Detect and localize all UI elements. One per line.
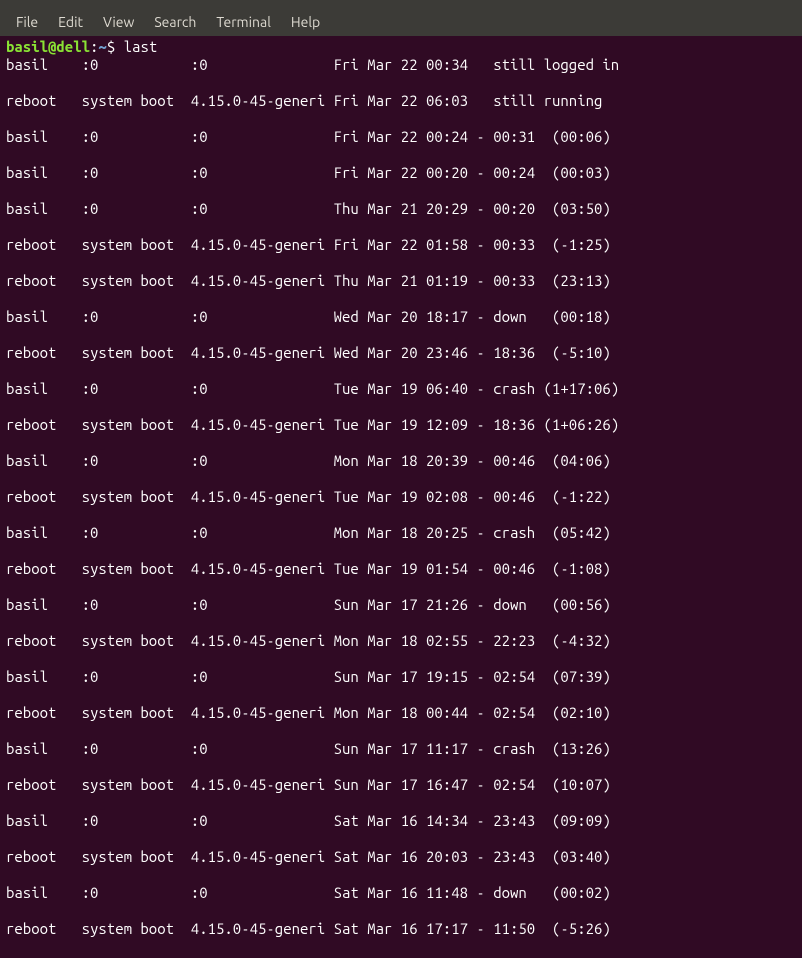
output-line: basil :0 :0 Fri Mar 22 00:24 - 00:31 (00…: [6, 128, 796, 146]
output-line: basil :0 :0 Mon Mar 18 20:25 - crash (05…: [6, 524, 796, 542]
output-line: basil :0 :0 Sun Mar 17 11:17 - crash (13…: [6, 740, 796, 758]
output-line: basil :0 :0 Mon Mar 18 20:39 - 00:46 (04…: [6, 452, 796, 470]
menu-view[interactable]: View: [95, 12, 142, 32]
output-line: basil :0 :0 Sun Mar 17 19:15 - 02:54 (07…: [6, 668, 796, 686]
output-line: reboot system boot 4.15.0-45-generi Fri …: [6, 236, 796, 254]
output-line: reboot system boot 4.15.0-45-generi Sun …: [6, 776, 796, 794]
output-line: basil :0 :0 Fri Mar 22 00:20 - 00:24 (00…: [6, 164, 796, 182]
window-titlebar: [0, 0, 802, 8]
command-text: last: [124, 38, 158, 55]
output-line: basil :0 :0 Thu Mar 21 20:29 - 00:20 (03…: [6, 200, 796, 218]
menu-edit[interactable]: Edit: [50, 12, 91, 32]
output-line: basil :0 :0 Fri Mar 22 00:34 still logge…: [6, 56, 796, 74]
prompt-path: ~: [98, 38, 106, 55]
output-line: basil :0 :0 Sat Mar 16 11:48 - down (00:…: [6, 884, 796, 902]
menubar: File Edit View Search Terminal Help: [0, 8, 802, 36]
menu-file[interactable]: File: [8, 12, 46, 32]
output-line: reboot system boot 4.15.0-45-generi Fri …: [6, 92, 796, 110]
output-line: reboot system boot 4.15.0-45-generi Sat …: [6, 920, 796, 938]
prompt-user-host: basil@dell: [6, 38, 90, 55]
output-line: reboot system boot 4.15.0-45-generi Mon …: [6, 704, 796, 722]
menu-help[interactable]: Help: [283, 12, 328, 32]
terminal-area[interactable]: basil@dell:~$ last basil :0 :0 Fri Mar 2…: [0, 36, 802, 958]
output-line: reboot system boot 4.15.0-45-generi Thu …: [6, 272, 796, 290]
output-line: basil :0 :0 Sun Mar 17 21:26 - down (00:…: [6, 596, 796, 614]
output-line: basil :0 :0 Tue Mar 19 06:40 - crash (1+…: [6, 380, 796, 398]
prompt-dollar: $: [107, 38, 124, 55]
output-line: reboot system boot 4.15.0-45-generi Tue …: [6, 416, 796, 434]
output-line: reboot system boot 4.15.0-45-generi Sat …: [6, 848, 796, 866]
output-line: reboot system boot 4.15.0-45-generi Mon …: [6, 632, 796, 650]
output-line: reboot system boot 4.15.0-45-generi Wed …: [6, 344, 796, 362]
menu-terminal[interactable]: Terminal: [208, 12, 279, 32]
output-line: basil :0 :0 Wed Mar 20 18:17 - down (00:…: [6, 308, 796, 326]
menu-search[interactable]: Search: [146, 12, 204, 32]
output-line: reboot system boot 4.15.0-45-generi Tue …: [6, 488, 796, 506]
output-line: reboot system boot 4.15.0-45-generi Tue …: [6, 560, 796, 578]
output-line: basil :0 :0 Sat Mar 16 14:34 - 23:43 (09…: [6, 812, 796, 830]
